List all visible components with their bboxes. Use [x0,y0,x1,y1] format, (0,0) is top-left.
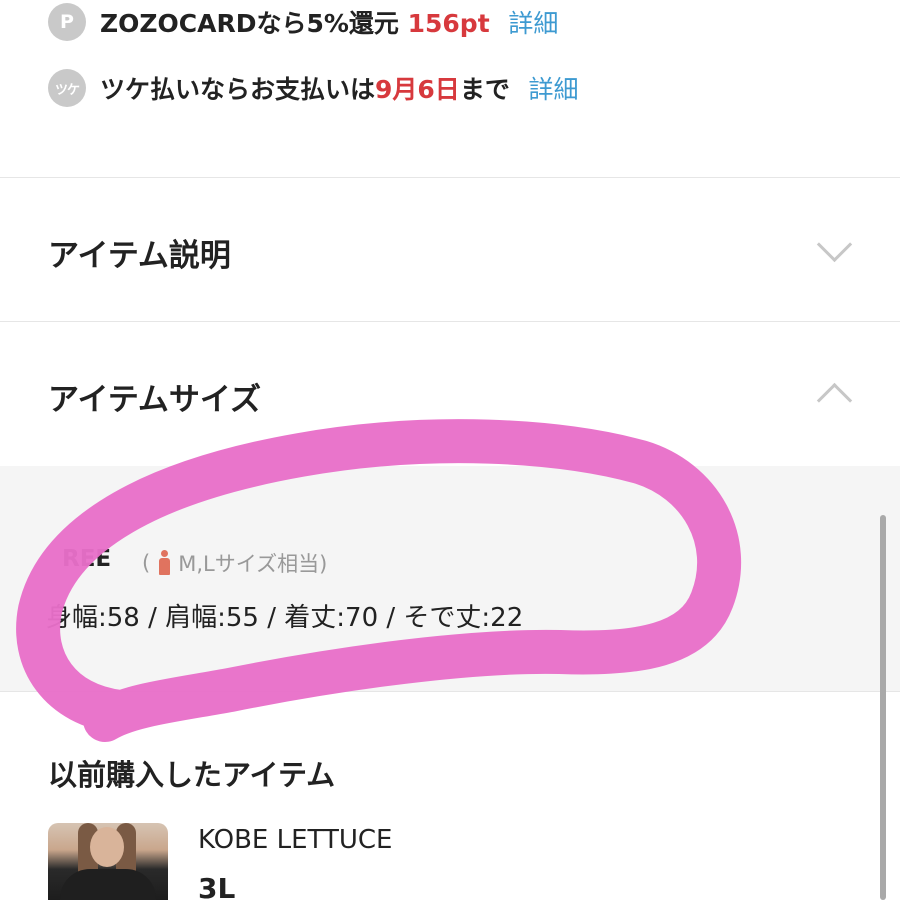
item-size-header[interactable]: アイテムサイズ [0,322,900,466]
scrollbar[interactable] [880,515,886,900]
tsuke-text-before: ツケ払いならお支払いは [100,75,376,104]
tsuke-text-after: まで [459,75,510,104]
tsuke-due-date: 9月6日 [375,75,460,104]
tsuke-detail-link[interactable]: 詳細 [529,75,579,104]
size-measurements: 身幅:58 / 肩幅:55 / 着丈:70 / そで丈:22 [46,603,524,633]
divider [0,691,900,692]
item-description-header[interactable]: アイテム説明 [0,178,900,321]
points-perk-row: P ZOZOCARDなら5%還元 156pt 詳細 [48,0,558,44]
previous-purchases-title: 以前購入したアイテム [48,758,336,792]
product-brand[interactable]: KOBE LETTUCE [198,825,392,855]
product-thumbnail[interactable] [48,823,168,900]
points-perk-text: ZOZOCARDなら5%還元 156pt 詳細 [100,4,558,40]
points-perk-label: ZOZOCARDなら5%還元 [100,9,399,38]
size-label: REE [62,546,112,572]
size-equivalent: ( M,Lサイズ相当) [142,548,327,578]
tsuke-icon: ツケ [48,69,86,107]
points-value: 156pt [407,9,490,38]
item-size-panel [0,466,900,691]
tsuke-perk-text: ツケ払いならお支払いは9月6日まで 詳細 [100,70,579,106]
chevron-down-icon [816,226,853,263]
woman-figure-icon [158,550,171,576]
item-description-title: アイテム説明 [48,238,231,274]
points-detail-link[interactable]: 詳細 [508,9,558,38]
points-icon: P [48,3,86,41]
size-equivalent-text: M,Lサイズ相当) [178,552,328,576]
size-equivalent-open: ( [142,551,151,575]
chevron-up-icon [816,382,853,419]
product-size: 3L [198,872,236,905]
item-size-title: アイテムサイズ [48,382,261,418]
tsuke-perk-row: ツケ ツケ払いならお支払いは9月6日まで 詳細 [48,66,579,110]
